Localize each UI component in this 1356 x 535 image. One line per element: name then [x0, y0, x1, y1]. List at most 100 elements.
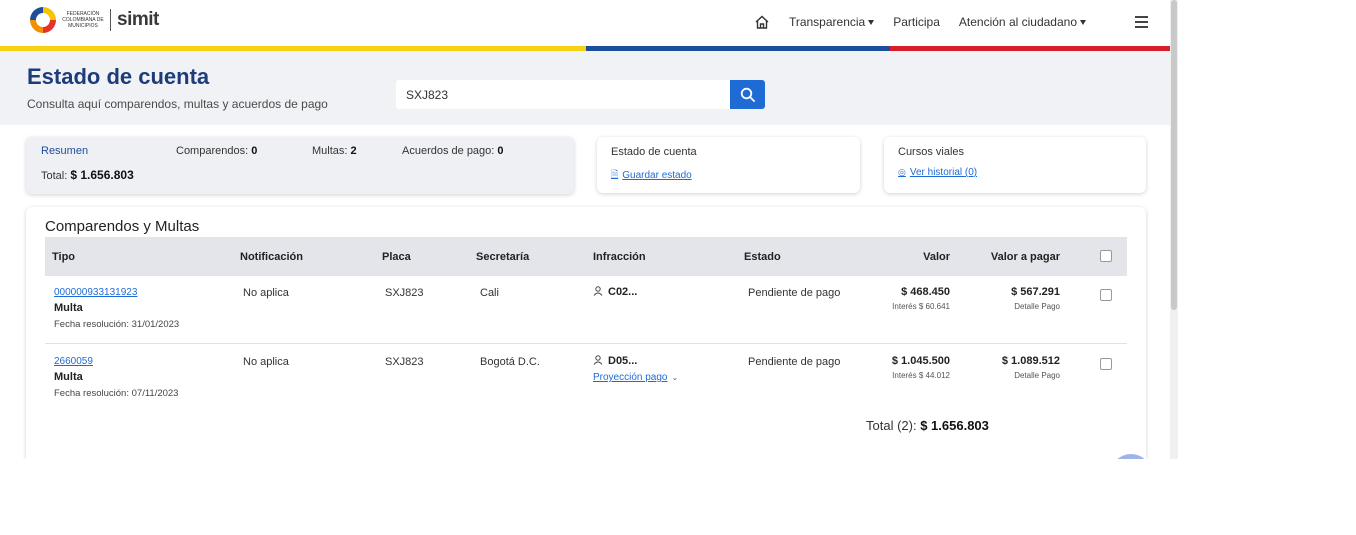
table-total: Total (2): $ 1.656.803	[866, 418, 989, 433]
row-infraccion: C02...	[593, 286, 637, 298]
row-valor-pagar: $ 1.089.512	[1001, 355, 1060, 367]
comparendos-table-card: Comparendos y Multas Tipo Notificación P…	[26, 207, 1146, 459]
row-placa: SXJ823	[385, 287, 424, 299]
eye-icon: ◎	[898, 167, 906, 177]
row-fecha: Fecha resolución: 07/11/2023	[54, 388, 179, 399]
col-tipo: Tipo	[52, 251, 76, 263]
person-icon	[593, 286, 603, 296]
col-estado: Estado	[744, 251, 781, 263]
summary-label: Resumen	[41, 145, 89, 157]
select-all-checkbox[interactable]	[1100, 250, 1112, 262]
col-notificacion: Notificación	[240, 251, 303, 263]
search-input[interactable]	[396, 80, 730, 109]
col-secretaria: Secretaría	[476, 251, 530, 263]
table-total-label: Total (2):	[866, 418, 917, 433]
proyeccion-pago-link[interactable]: Proyección pago ⌄	[593, 372, 678, 383]
row-secretaria: Bogotá D.C.	[480, 356, 540, 368]
row-valor: $ 468.450	[901, 286, 950, 298]
proyeccion-pago-label: Proyección pago	[593, 372, 668, 383]
row-divider	[45, 343, 1127, 344]
ver-historial-label: Ver historial (0)	[909, 167, 978, 178]
nav-participa-label: Participa	[893, 15, 940, 29]
comparendos-label: Comparendos:	[176, 145, 249, 157]
cursos-viales-card: Cursos viales ◎ Ver historial (0)	[884, 137, 1146, 193]
logo-text: Federación Colombiana de Municipios	[62, 11, 104, 29]
ver-historial-link[interactable]: ◎ Ver historial (0)	[898, 167, 977, 178]
guardar-estado-label: Guardar estado	[622, 169, 692, 181]
fcm-logo-icon	[30, 7, 56, 33]
scrollbar-thumb[interactable]	[1171, 0, 1177, 310]
logo[interactable]: Federación Colombiana de Municipios simi…	[30, 7, 159, 33]
estado-card-title: Estado de cuenta	[611, 146, 697, 158]
total-value: $ 1.656.803	[70, 168, 134, 182]
row-checkbox[interactable]	[1100, 289, 1112, 301]
nav-transparencia[interactable]: Transparencia	[788, 15, 875, 29]
caret-down-icon	[1080, 19, 1086, 25]
caret-down-icon	[868, 19, 875, 25]
summary-total: Total: $ 1.656.803	[41, 168, 134, 182]
multas-count: Multas: 2	[312, 145, 357, 157]
flag-stripe-red	[890, 46, 1170, 51]
cursos-card-title: Cursos viales	[898, 146, 965, 158]
table-total-value: $ 1.656.803	[920, 418, 989, 433]
scrollbar[interactable]	[1170, 0, 1178, 459]
multas-value: 2	[350, 145, 357, 157]
col-valor: Valor	[923, 251, 950, 263]
col-valor-pagar: Valor a pagar	[990, 251, 1060, 263]
row-estado: Pendiente de pago	[748, 287, 841, 299]
col-placa: Placa	[382, 251, 411, 263]
search-icon	[740, 87, 755, 102]
nav-atencion[interactable]: Atención al ciudadano	[959, 15, 1086, 29]
simit-brand: simit	[117, 9, 159, 30]
row-valor: $ 1.045.500	[891, 355, 950, 367]
home-icon	[755, 15, 769, 29]
comparendo-number-link[interactable]: 2660059	[54, 356, 93, 367]
guardar-estado-link[interactable]: 🗎 Guardar estado	[611, 167, 692, 183]
nav-transparencia-label: Transparencia	[788, 15, 866, 29]
acuerdos-label: Acuerdos de pago:	[402, 145, 495, 157]
row-infraccion-code: C02...	[608, 286, 638, 298]
row-interes: Interés $ 44.012	[892, 371, 950, 380]
comparendos-count: Comparendos: 0	[176, 145, 257, 157]
table-header: Tipo Notificación Placa Secretaría Infra…	[45, 237, 1127, 276]
flag-stripe-yellow	[0, 46, 586, 51]
navbar: Federación Colombiana de Municipios simi…	[0, 0, 1170, 46]
viewport: Federación Colombiana de Municipios simi…	[0, 0, 1170, 459]
page-title: Estado de cuenta	[27, 64, 210, 89]
menu-icon[interactable]	[1135, 16, 1148, 28]
acuerdos-count: Acuerdos de pago: 0	[402, 145, 504, 157]
row-infraccion: D05...	[593, 355, 637, 367]
row-placa: SXJ823	[385, 356, 424, 368]
chevron-down-icon: ⌄	[671, 373, 679, 382]
page-subtitle: Consulta aquí comparendos, multas y acue…	[27, 97, 328, 111]
detalle-pago-link[interactable]: Detalle Pago	[1014, 371, 1060, 380]
home-link[interactable]	[754, 14, 770, 30]
multas-label: Multas:	[312, 145, 348, 157]
comparendo-number-link[interactable]: 000000933131923	[54, 287, 137, 298]
row-estado: Pendiente de pago	[748, 356, 841, 368]
row-notificacion: No aplica	[243, 287, 289, 299]
summary-card: Resumen Comparendos: 0 Multas: 2 Acuerdo…	[26, 137, 574, 194]
main-nav: Transparencia Participa Atención al ciud…	[735, 14, 1086, 30]
row-valor-pagar: $ 567.291	[1011, 286, 1060, 298]
document-icon: 🗎	[611, 169, 619, 179]
row-notificacion: No aplica	[243, 356, 289, 368]
logo-divider	[110, 9, 111, 31]
comparendos-value: 0	[251, 145, 258, 157]
acuerdos-value: 0	[497, 145, 504, 157]
search-button[interactable]	[730, 80, 765, 109]
col-infraccion: Infracción	[593, 251, 646, 263]
table-title: Comparendos y Multas	[45, 218, 200, 235]
person-icon	[593, 355, 603, 365]
flag-stripe-blue	[586, 46, 890, 51]
row-checkbox[interactable]	[1100, 358, 1112, 370]
nav-participa[interactable]: Participa	[893, 15, 940, 29]
nav-atencion-label: Atención al ciudadano	[958, 15, 1077, 29]
total-label: Total:	[41, 170, 68, 182]
row-interes: Interés $ 60.641	[892, 302, 950, 311]
row-fecha: Fecha resolución: 31/01/2023	[54, 319, 180, 330]
detalle-pago-link[interactable]: Detalle Pago	[1014, 302, 1060, 311]
row-secretaria: Cali	[480, 287, 499, 299]
row-infraccion-code: D05...	[608, 355, 638, 367]
row-tipo: Multa	[54, 302, 83, 314]
